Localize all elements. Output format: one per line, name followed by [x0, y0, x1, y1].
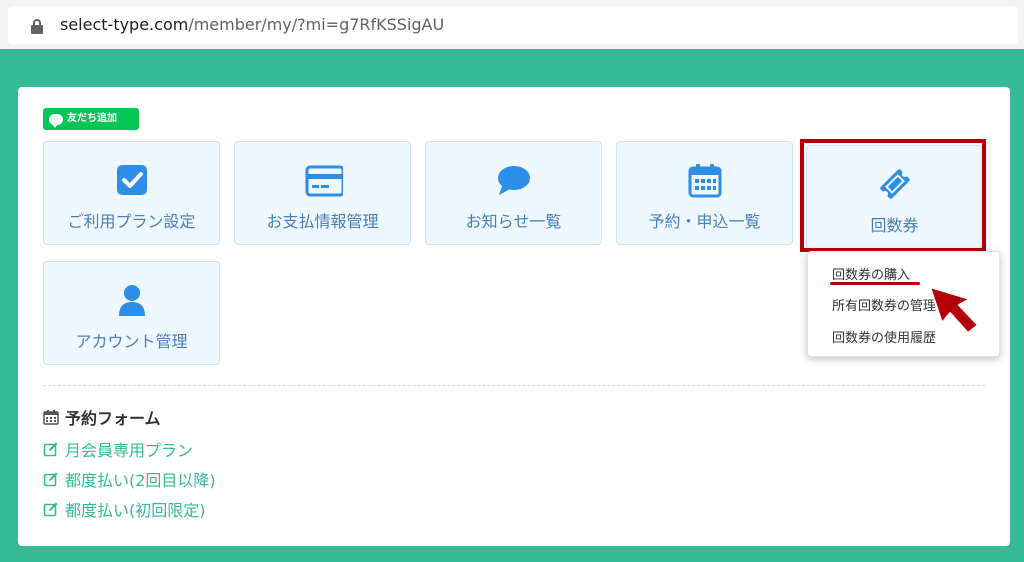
line-icon — [49, 113, 63, 128]
edit-icon — [43, 442, 58, 457]
tile-label: アカウント管理 — [75, 332, 188, 351]
highlight-underline — [830, 282, 920, 285]
browser-address-bar: select-type.com/member/my/?mi=g7RfKSSigA… — [0, 0, 1024, 49]
reservation-form-title: 予約フォーム — [65, 409, 161, 428]
calendar-icon — [43, 410, 59, 425]
user-icon — [118, 285, 145, 316]
link-label: 都度払い(初回限定) — [65, 501, 206, 520]
lock-icon — [31, 19, 43, 34]
tile-label: お知らせ一覧 — [465, 212, 562, 231]
tile-reservations[interactable]: 予約・申込一覧 — [616, 141, 793, 245]
checkbox-icon — [116, 165, 147, 195]
tile-account-settings[interactable]: アカウント管理 — [43, 261, 220, 365]
tile-notices[interactable]: お知らせ一覧 — [425, 141, 602, 245]
calendar-icon — [688, 164, 721, 198]
link-monthly-plan[interactable]: 月会員専用プラン — [43, 437, 193, 461]
menu-item-coupon-history[interactable]: 回数券の使用履歴 — [832, 327, 936, 346]
line-add-friend-button[interactable]: 友だち追加 — [43, 108, 139, 130]
pointer-arrow-icon — [929, 286, 979, 334]
link-label: 月会員専用プラン — [65, 441, 194, 460]
line-add-friend-label: 友だち追加 — [67, 113, 117, 124]
url-box[interactable]: select-type.com/member/my/?mi=g7RfKSSigA… — [8, 6, 1018, 44]
reservation-form-heading: 予約フォーム — [43, 405, 161, 429]
edit-icon — [43, 502, 58, 517]
tile-label: 予約・申込一覧 — [648, 212, 761, 231]
tile-label: ご利用プラン設定 — [67, 212, 196, 231]
link-pay-per-use-repeat[interactable]: 都度払い(2回目以降) — [43, 467, 216, 491]
url-host: select-type.com — [60, 15, 189, 34]
section-divider — [43, 385, 985, 386]
tile-payment-info[interactable]: お支払情報管理 — [234, 141, 411, 245]
tile-plan-settings[interactable]: ご利用プラン設定 — [43, 141, 220, 245]
highlight-box — [800, 139, 986, 252]
menu-item-purchase-coupons[interactable]: 回数券の購入 — [832, 264, 910, 283]
edit-icon — [43, 472, 58, 487]
tile-label: お支払情報管理 — [266, 212, 379, 231]
menu-item-manage-coupons[interactable]: 所有回数券の管理 — [832, 295, 936, 314]
link-pay-per-use-first[interactable]: 都度払い(初回限定) — [43, 497, 206, 521]
credit-card-icon — [305, 165, 343, 197]
url-text[interactable]: select-type.com/member/my/?mi=g7RfKSSigA… — [60, 14, 444, 36]
chat-bubble-icon — [497, 166, 530, 195]
link-label: 都度払い(2回目以降) — [65, 471, 216, 490]
url-path: /member/my/?mi=g7RfKSSigAU — [188, 15, 445, 34]
